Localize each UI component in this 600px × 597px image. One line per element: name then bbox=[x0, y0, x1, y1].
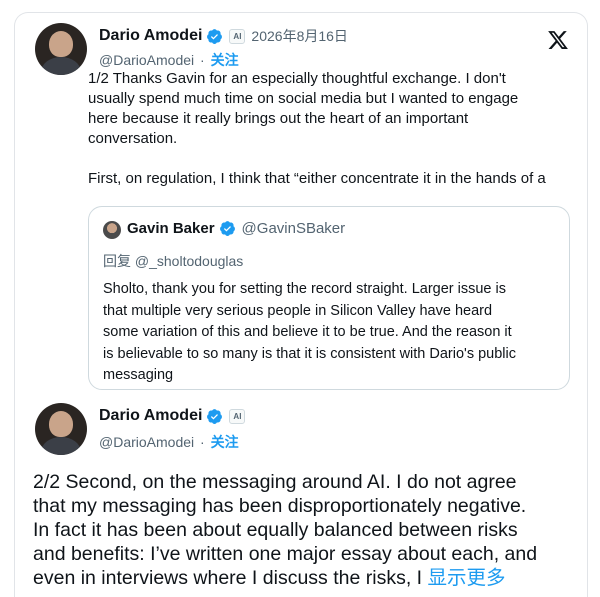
quote-line: that multiple very serious people in Sil… bbox=[103, 302, 493, 319]
quote-author-handle[interactable]: @GavinSBaker bbox=[242, 220, 346, 237]
verified-badge-icon bbox=[219, 221, 235, 236]
tweet-line bbox=[88, 149, 546, 169]
tweet2-text: 2/2 Second, on the messaging around AI. … bbox=[33, 470, 537, 590]
separator: · bbox=[200, 52, 205, 68]
show-more-link[interactable]: 显示更多 bbox=[428, 567, 506, 589]
tweet-line: conversation. bbox=[88, 130, 178, 147]
separator: · bbox=[200, 434, 205, 450]
tweet-line: 1/2 Thanks Gavin for an especially thoug… bbox=[88, 70, 506, 87]
avatar[interactable] bbox=[35, 23, 87, 75]
quoted-tweet[interactable]: Gavin Baker @GavinSBaker 回复 @_sholtodoug… bbox=[88, 206, 570, 390]
quote-line: messaging bbox=[103, 367, 174, 383]
quote-line: some variation of this and believe it to… bbox=[103, 324, 512, 340]
tweet-line: even in interviews where I discuss the r… bbox=[33, 567, 428, 589]
tweet-line: First, on regulation, I think that “eith… bbox=[88, 170, 546, 187]
quote-line: is believable to so many is that it is c… bbox=[103, 345, 516, 362]
quote-line: Sholto, thank you for setting the record… bbox=[103, 281, 506, 297]
follow-button[interactable]: 关注 bbox=[211, 434, 239, 450]
follow-button[interactable]: 关注 bbox=[211, 52, 239, 68]
verified-badge-icon bbox=[207, 28, 223, 44]
tweet1-text: 1/2 Thanks Gavin for an especially thoug… bbox=[88, 69, 546, 189]
author-name[interactable]: Dario Amodei bbox=[99, 27, 202, 45]
quote-text: Sholto, thank you for setting the record… bbox=[103, 279, 516, 387]
tweet-line: and benefits: I’ve written one major ess… bbox=[33, 543, 538, 565]
quote-author-name[interactable]: Gavin Baker bbox=[127, 220, 215, 237]
quote-avatar[interactable] bbox=[103, 221, 121, 239]
ai-badge: AI bbox=[229, 408, 246, 424]
reply-to-label[interactable]: 回复 @_sholtodouglas bbox=[103, 251, 243, 271]
avatar[interactable] bbox=[35, 403, 87, 455]
tweet-line: that my messaging has been disproportion… bbox=[33, 495, 527, 517]
tweet-line: 2/2 Second, on the messaging around AI. … bbox=[33, 471, 517, 493]
tweet2-header: Dario Amodei AI bbox=[99, 407, 246, 425]
tweet-line: here because it really brings out the he… bbox=[88, 110, 469, 127]
tweet-line: usually spend much time on social media … bbox=[88, 90, 519, 107]
verified-badge-icon bbox=[207, 408, 223, 424]
tweet1-subheader: @DarioAmodei · 关注 bbox=[99, 50, 239, 70]
author-handle[interactable]: @DarioAmodei bbox=[99, 52, 194, 68]
tweet-card: Dario Amodei AI 2026年8月16日 @DarioAmodei … bbox=[14, 12, 588, 597]
tweet1-header: Dario Amodei AI 2026年8月16日 bbox=[99, 26, 348, 46]
tweet2-subheader: @DarioAmodei · 关注 bbox=[99, 432, 239, 452]
tweet-line: In fact it has been about equally balanc… bbox=[33, 519, 518, 541]
author-handle[interactable]: @DarioAmodei bbox=[99, 434, 194, 450]
author-name[interactable]: Dario Amodei bbox=[99, 407, 202, 425]
quote-header: Gavin Baker @GavinSBaker bbox=[127, 220, 345, 237]
tweet-date[interactable]: 2026年8月16日 bbox=[251, 26, 348, 46]
tweet-line-last: even in interviews where I discuss the r… bbox=[33, 566, 537, 590]
ai-badge: AI bbox=[229, 28, 246, 44]
x-logo-icon[interactable] bbox=[547, 29, 569, 51]
